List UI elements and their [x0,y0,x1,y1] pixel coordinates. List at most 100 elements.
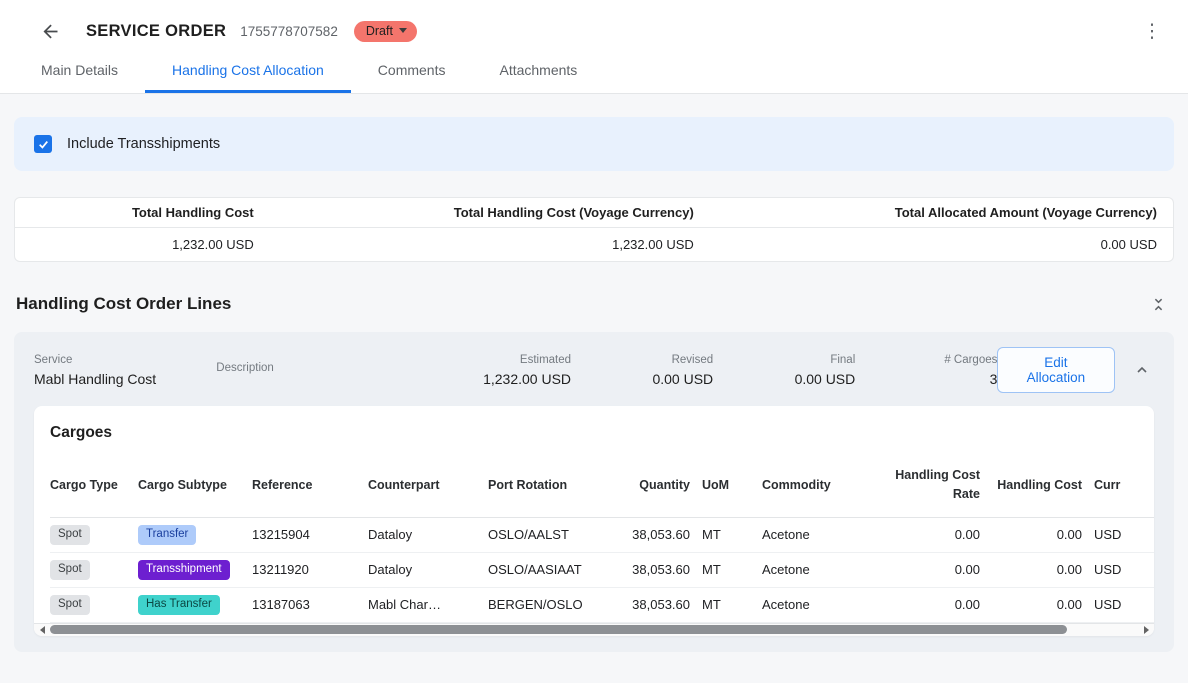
cell-port-rotation: OSLO/AASIAAT [488,552,616,587]
horizontal-scrollbar [34,623,1154,636]
final-value: 0.00 USD [795,371,856,387]
cell-uom: MT [702,587,762,622]
top-bar: SERVICE ORDER 1755778707582 Draft ⋮ Main… [0,0,1188,94]
status-chip-label: Draft [366,24,393,38]
order-lines-section-head: Handling Cost Order Lines [16,292,1170,316]
tab-bar: Main Details Handling Cost Allocation Co… [0,50,1188,93]
cell-cargo-type: Spot [50,552,138,587]
final-label: Final [830,354,855,366]
total-handling-cost-voyage-value: 1,232.00 USD [270,228,710,261]
cell-quantity: 38,053.60 [616,517,702,552]
cell-reference: 13211920 [252,552,368,587]
cell-currency: USD [1094,517,1154,552]
cell-cargo-subtype: Has Transfer [138,587,252,622]
checkmark-icon [37,138,50,151]
scroll-right-button[interactable] [1138,624,1154,636]
collapse-all-button[interactable] [1146,292,1170,316]
chevron-down-icon [399,28,407,33]
page-title: SERVICE ORDER [86,22,226,41]
total-allocated-amount-value: 0.00 USD [710,228,1173,261]
num-cargoes-value: 3 [990,371,998,387]
estimated-value: 1,232.00 USD [483,371,571,387]
status-chip-draft[interactable]: Draft [354,21,417,42]
cell-uom: MT [702,552,762,587]
cell-handling-cost: 0.00 [992,517,1094,552]
cell-currency: USD [1094,552,1154,587]
total-handling-cost-header: Total Handling Cost [15,198,270,227]
col-uom: UoM [702,458,762,517]
cargo-row-2: Spot Transshipment 13211920 Dataloy OSLO… [50,552,1154,587]
unfold-less-icon [1151,297,1166,312]
cargo-subtype-badge: Has Transfer [138,595,220,615]
back-button[interactable] [36,17,64,45]
order-lines-section-title: Handling Cost Order Lines [16,294,231,314]
scroll-left-button[interactable] [34,624,50,636]
col-currency: Curr [1094,458,1154,517]
cell-commodity: Acetone [762,587,882,622]
cell-quantity: 38,053.60 [616,552,702,587]
revised-label: Revised [672,354,714,366]
cell-cargo-type: Spot [50,587,138,622]
kebab-menu-icon[interactable]: ⋮ [1140,20,1164,43]
cargo-subtype-badge: Transfer [138,525,196,545]
service-column: Service Mabl Handling Cost [34,354,216,387]
scroll-right-icon [1144,626,1149,634]
order-number: 1755778707582 [240,24,338,39]
num-cargoes-column: # Cargoes 3 [855,354,997,387]
cell-commodity: Acetone [762,552,882,587]
cargoes-title: Cargoes [34,406,1154,458]
service-value: Mabl Handling Cost [34,371,216,387]
col-counterpart: Counterpart [368,458,488,517]
totals-summary-table: Total Handling Cost Total Handling Cost … [14,197,1174,262]
cell-commodity: Acetone [762,517,882,552]
col-reference: Reference [252,458,368,517]
tab-main-details[interactable]: Main Details [14,50,145,93]
total-handling-cost-value: 1,232.00 USD [15,228,270,261]
cargo-subtype-badge: Transshipment [138,560,230,580]
cell-uom: MT [702,517,762,552]
cell-cargo-subtype: Transfer [138,517,252,552]
cell-port-rotation: BERGEN/OSLO [488,587,616,622]
col-handling-cost: Handling Cost [992,458,1094,517]
cell-handling-cost-rate: 0.00 [882,587,992,622]
cell-quantity: 38,053.60 [616,587,702,622]
cargoes-header-row: Cargo Type Cargo Subtype Reference Count… [50,458,1154,517]
cell-reference: 13187063 [252,587,368,622]
cargo-type-badge: Spot [50,595,90,615]
cell-handling-cost: 0.00 [992,587,1094,622]
tab-attachments[interactable]: Attachments [472,50,604,93]
totals-value-row: 1,232.00 USD 1,232.00 USD 0.00 USD [15,228,1173,261]
tab-handling-cost-allocation[interactable]: Handling Cost Allocation [145,50,351,93]
col-cargo-subtype: Cargo Subtype [138,458,252,517]
estimated-column: Estimated 1,232.00 USD [463,354,571,387]
cell-reference: 13215904 [252,517,368,552]
collapse-line-button[interactable] [1131,358,1155,382]
cargo-type-badge: Spot [50,560,90,580]
include-transshipments-checkbox[interactable] [34,135,52,153]
scrollbar-thumb[interactable] [50,625,1067,634]
description-label: Description [216,362,463,374]
revised-column: Revised 0.00 USD [571,354,713,387]
include-transshipments-banner: Include Transshipments [14,117,1174,171]
col-quantity: Quantity [616,458,702,517]
include-transshipments-label: Include Transshipments [67,136,220,152]
total-handling-cost-voyage-header: Total Handling Cost (Voyage Currency) [270,198,710,227]
estimated-label: Estimated [520,354,571,366]
edit-allocation-button[interactable]: Edit Allocation [997,347,1114,393]
col-cargo-type: Cargo Type [50,458,138,517]
totals-header-row: Total Handling Cost Total Handling Cost … [15,198,1173,228]
tab-comments[interactable]: Comments [351,50,473,93]
cell-port-rotation: OSLO/AALST [488,517,616,552]
col-commodity: Commodity [762,458,882,517]
cargoes-table-viewport: Cargo Type Cargo Subtype Reference Count… [50,458,1154,623]
cargo-row-1: Spot Transfer 13215904 Dataloy OSLO/AALS… [50,517,1154,552]
order-line-panel: Service Mabl Handling Cost Description E… [14,332,1174,652]
order-line-summary-row: Service Mabl Handling Cost Description E… [34,345,1154,406]
cell-currency: USD [1094,587,1154,622]
cell-cargo-subtype: Transshipment [138,552,252,587]
cell-counterpart: Dataloy [368,517,488,552]
cell-handling-cost-rate: 0.00 [882,552,992,587]
revised-value: 0.00 USD [652,371,713,387]
scrollbar-track[interactable] [50,624,1138,636]
chevron-up-icon [1134,362,1150,378]
